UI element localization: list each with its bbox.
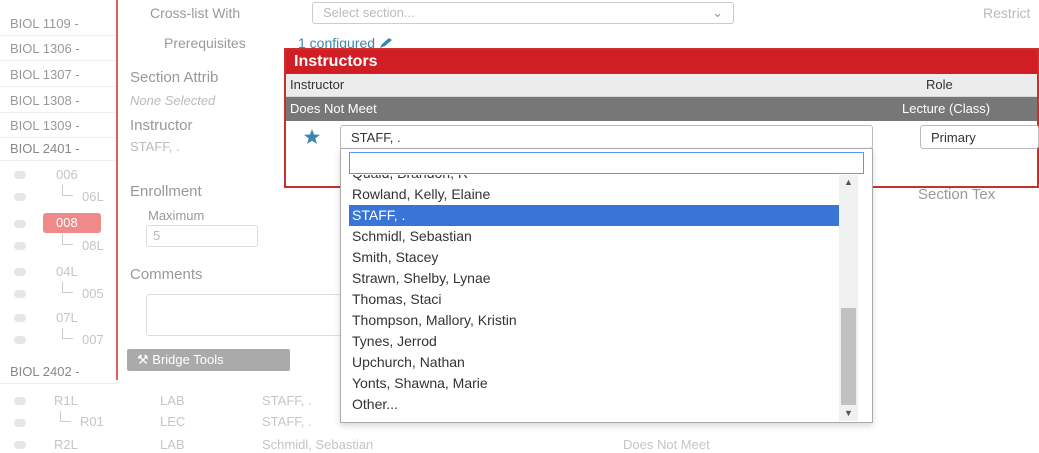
section-text-label: Section Tex — [918, 186, 996, 203]
col-instructor-header: Instructor — [290, 77, 345, 92]
section-code[interactable]: 008 — [56, 215, 78, 230]
dropdown-option[interactable]: Tynes, Jerrod — [349, 331, 839, 352]
course-item[interactable]: BIOL 2402 - — [0, 360, 118, 384]
section-attributes-value: None Selected — [130, 93, 216, 108]
dropdown-option[interactable]: Smith, Stacey — [349, 247, 839, 268]
restrict-label: Restrict — [983, 5, 1031, 21]
comments-label: Comments — [130, 266, 203, 283]
meeting-row-label: Does Not Meet — [290, 101, 377, 116]
modal-title: Instructors — [286, 50, 1037, 74]
section-type: LAB — [160, 393, 185, 408]
dropdown-options: Quaid, Brandon, R Rowland, Kelly, Elaine… — [349, 175, 839, 421]
section-code[interactable]: 04L — [56, 264, 78, 279]
dropdown-option[interactable]: Thompson, Mallory, Kristin — [349, 310, 839, 331]
maximum-value: 5 — [153, 228, 161, 243]
tools-icon: ⚒ — [137, 352, 149, 367]
cross-list-label: Cross-list With — [150, 5, 241, 21]
tree-elbow — [62, 185, 73, 196]
status-dot — [14, 242, 26, 250]
status-dot — [14, 314, 26, 322]
col-role-header: Role — [926, 77, 953, 92]
star-icon[interactable] — [304, 129, 320, 144]
dropdown-option[interactable]: Quaid, Brandon, R — [349, 175, 839, 184]
dropdown-option[interactable]: Other... — [349, 394, 839, 415]
course-item[interactable]: BIOL 2401 - — [0, 137, 118, 161]
meeting-row-role: Lecture (Class) — [902, 101, 991, 116]
bridge-tools-button[interactable]: ⚒ Bridge Tools — [127, 349, 290, 371]
tree-elbow — [62, 328, 73, 339]
status-dot — [14, 441, 26, 449]
section-code[interactable]: R01 — [80, 414, 104, 429]
section-code[interactable]: 005 — [82, 286, 104, 301]
instructor-select-value: STAFF, . — [351, 130, 401, 145]
maximum-label: Maximum — [148, 208, 205, 223]
section-code[interactable]: 06L — [82, 189, 104, 204]
course-item[interactable]: BIOL 1306 - — [0, 37, 118, 61]
scrollbar-thumb[interactable] — [841, 308, 856, 405]
section-instructor: STAFF, . — [262, 393, 312, 408]
scroll-down-icon[interactable]: ▼ — [844, 408, 853, 418]
tree-elbow — [62, 234, 73, 245]
section-attributes-label: Section Attrib — [130, 69, 219, 86]
dropdown-search-input[interactable] — [349, 152, 864, 174]
dropdown-option[interactable]: Rowland, Kelly, Elaine — [349, 184, 839, 205]
section-code[interactable]: R1L — [54, 393, 78, 408]
status-dot — [14, 397, 26, 405]
cross-list-select[interactable]: Select section... ⌄ — [312, 2, 734, 24]
status-dot — [14, 336, 26, 344]
status-dot — [14, 220, 26, 228]
section-code[interactable]: R2L — [54, 437, 78, 452]
course-item[interactable]: BIOL 1307 - — [0, 63, 118, 87]
dropdown-option[interactable]: Upchurch, Nathan — [349, 352, 839, 373]
section-type: LEC — [160, 414, 186, 429]
bridge-tools-label: Bridge Tools — [152, 352, 224, 367]
chevron-down-icon: ⌄ — [712, 5, 723, 20]
section-instructor: STAFF, . — [262, 414, 312, 429]
scroll-up-icon[interactable]: ▲ — [844, 177, 853, 187]
course-item[interactable]: BIOL 1308 - — [0, 89, 118, 113]
role-select-value: Primary — [931, 130, 976, 145]
status-dot — [14, 268, 26, 276]
instructors-table-header: Instructor Role — [286, 74, 1037, 97]
section-instructor: Schmidl, Sebastian — [262, 437, 374, 452]
dropdown-option-selected[interactable]: STAFF, . — [349, 205, 839, 226]
meeting-row: Does Not Meet Lecture (Class) — [286, 97, 1037, 121]
instructor-value: STAFF, . — [130, 139, 180, 154]
section-code[interactable]: 007 — [82, 332, 104, 347]
tree-elbow — [60, 411, 71, 422]
section-code[interactable]: 07L — [56, 310, 78, 325]
section-code[interactable]: 006 — [56, 167, 78, 182]
status-dot — [14, 171, 26, 179]
maximum-input[interactable]: 5 — [146, 225, 258, 247]
instructor-dropdown: Quaid, Brandon, R Rowland, Kelly, Elaine… — [340, 148, 873, 423]
instructor-label: Instructor — [130, 117, 193, 134]
dropdown-option[interactable]: Yonts, Shawna, Marie — [349, 373, 839, 394]
dropdown-option[interactable]: Strawn, Shelby, Lynae — [349, 268, 839, 289]
course-item[interactable]: BIOL 1309 - — [0, 114, 118, 138]
tree-elbow — [62, 282, 73, 293]
enrollment-label: Enrollment — [130, 183, 202, 200]
course-item[interactable]: BIOL 1109 - — [0, 12, 118, 36]
prerequisites-label: Prerequisites — [164, 35, 246, 51]
dropdown-option[interactable]: Thomas, Staci — [349, 289, 839, 310]
status-dot — [14, 419, 26, 427]
status-dot — [14, 193, 26, 201]
instructor-select[interactable]: STAFF, . — [340, 125, 873, 149]
section-meeting: Does Not Meet — [623, 437, 710, 452]
section-code[interactable]: 08L — [82, 238, 104, 253]
role-select[interactable]: Primary — [920, 125, 1039, 149]
comments-textarea[interactable] — [146, 294, 348, 336]
dropdown-scrollbar[interactable]: ▲ ▼ — [839, 175, 858, 421]
status-dot — [14, 290, 26, 298]
cross-list-placeholder: Select section... — [323, 5, 415, 20]
section-type: LAB — [160, 437, 185, 452]
dropdown-option[interactable]: Schmidl, Sebastian — [349, 226, 839, 247]
